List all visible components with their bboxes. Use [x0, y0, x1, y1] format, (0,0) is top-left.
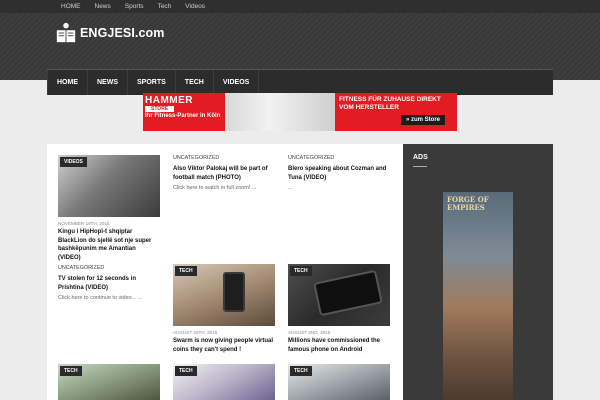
top-link-tech[interactable]: Tech — [151, 0, 179, 13]
logo-text: ENGJESI.com — [80, 26, 165, 40]
post-date: AUGUST 20TH, 2015 — [173, 330, 218, 335]
phone-graphic — [223, 272, 245, 312]
site-logo[interactable]: ENGJESI.com — [55, 22, 164, 44]
ad-brand-sub: STORE — [145, 106, 175, 112]
post-thumbnail[interactable]: TECH — [288, 364, 390, 400]
banner-ad[interactable]: HAMMER STORE Ihr Fitness-Partner in Köln… — [143, 93, 457, 131]
nav-tech[interactable]: TECH — [176, 70, 214, 95]
nav-videos[interactable]: VIDEOS — [214, 70, 260, 95]
sidebar-title: ADS — [413, 154, 428, 161]
post-title[interactable]: Kingu i HipHopi-t shqiptar BlackLion do … — [58, 228, 160, 262]
post-card[interactable]: TECH — [173, 364, 275, 400]
post-title[interactable]: TV stolen for 12 seconds in Prishtina (V… — [58, 275, 160, 292]
nav-home[interactable]: HOME — [47, 70, 88, 95]
post-date: AUGUST 2ND, 2015 — [288, 330, 331, 335]
post-category[interactable]: UNCATEGORIZED — [288, 155, 334, 161]
post-card[interactable]: UNCATEGORIZED Also Viktor Palokaj will b… — [173, 155, 275, 205]
ad-brand-name: HAMMER — [145, 95, 193, 106]
post-title[interactable]: Blero speaking about Cozman and Tuna (VI… — [288, 165, 390, 182]
sidebar-ad-title: FORGE OF EMPIRES — [447, 195, 489, 212]
top-links: HOME News Sports Tech Videos — [54, 0, 212, 13]
newspaper-reader-icon — [56, 22, 76, 43]
site-header: ENGJESI.com HOME NEWS SPORTS TECH VIDEOS — [0, 13, 600, 95]
category-badge[interactable]: TECH — [175, 366, 197, 376]
nav-news[interactable]: NEWS — [88, 70, 128, 95]
post-category[interactable]: UNCATEGORIZED — [173, 155, 219, 161]
top-link-home[interactable]: HOME — [54, 0, 88, 13]
post-date: NOVEMBER 19TH, 2015 — [58, 221, 110, 226]
ad-brand: HAMMER STORE Ihr Fitness-Partner in Köln — [145, 95, 225, 129]
post-title[interactable]: Swarm is now giving people virtual coins… — [173, 337, 275, 354]
post-excerpt: Click here to watch in full zoom! ... — [173, 185, 257, 191]
post-excerpt: Click here to continue to video... ... — [58, 295, 143, 301]
category-badge[interactable]: VIDEOS — [60, 157, 87, 167]
phone-graphic — [313, 269, 383, 317]
post-thumbnail[interactable]: TECH — [288, 264, 390, 326]
top-link-sports[interactable]: Sports — [118, 0, 151, 13]
sidebar-ad[interactable]: FORGE OF EMPIRES — [443, 192, 513, 400]
top-link-videos[interactable]: Videos — [178, 0, 212, 13]
post-thumbnail[interactable]: TECH — [58, 364, 160, 400]
category-badge[interactable]: TECH — [290, 266, 312, 276]
ad-tagline: Ihr Fitness-Partner in Köln — [145, 113, 221, 119]
sidebar: ADS FORGE OF EMPIRES — [403, 144, 553, 400]
post-title[interactable]: Millions have commissioned the famous ph… — [288, 337, 390, 354]
category-badge[interactable]: TECH — [60, 366, 82, 376]
category-badge[interactable]: TECH — [175, 266, 197, 276]
post-card[interactable]: UNCATEGORIZED Blero speaking about Cozma… — [288, 155, 390, 205]
ad-slogan: FITNESS FÜR ZUHAUSE DIREKT VOM HERSTELLE… — [339, 96, 441, 111]
sidebar-divider — [413, 166, 427, 167]
top-bar: HOME News Sports Tech Videos — [0, 0, 600, 13]
post-card[interactable]: TECH — [58, 364, 160, 400]
post-card[interactable]: VIDEOS NOVEMBER 19TH, 2015 Kingu i HipHo… — [58, 155, 160, 262]
post-card[interactable]: TECH AUGUST 2ND, 2015 Millions have comm… — [288, 264, 390, 354]
nav-sports[interactable]: SPORTS — [128, 70, 176, 95]
post-grid: VIDEOS NOVEMBER 19TH, 2015 Kingu i HipHo… — [47, 144, 403, 400]
post-thumbnail[interactable]: VIDEOS — [58, 155, 160, 217]
post-thumbnail[interactable]: TECH — [173, 364, 275, 400]
ad-photo — [225, 93, 335, 131]
post-thumbnail[interactable]: TECH — [173, 264, 275, 326]
post-excerpt: ... — [288, 185, 293, 191]
main-nav: HOME NEWS SPORTS TECH VIDEOS — [47, 69, 553, 95]
post-card[interactable]: TECH — [288, 364, 390, 400]
ad-cta-button[interactable]: » zum Store — [401, 115, 446, 125]
post-card[interactable]: TECH AUGUST 20TH, 2015 Swarm is now givi… — [173, 264, 275, 354]
post-title[interactable]: Also Viktor Palokaj will be part of foot… — [173, 165, 275, 182]
post-category[interactable]: UNCATEGORIZED — [58, 265, 104, 271]
post-card[interactable]: UNCATEGORIZED TV stolen for 12 seconds i… — [58, 265, 160, 315]
category-badge[interactable]: TECH — [290, 366, 312, 376]
top-link-news[interactable]: News — [88, 0, 118, 13]
